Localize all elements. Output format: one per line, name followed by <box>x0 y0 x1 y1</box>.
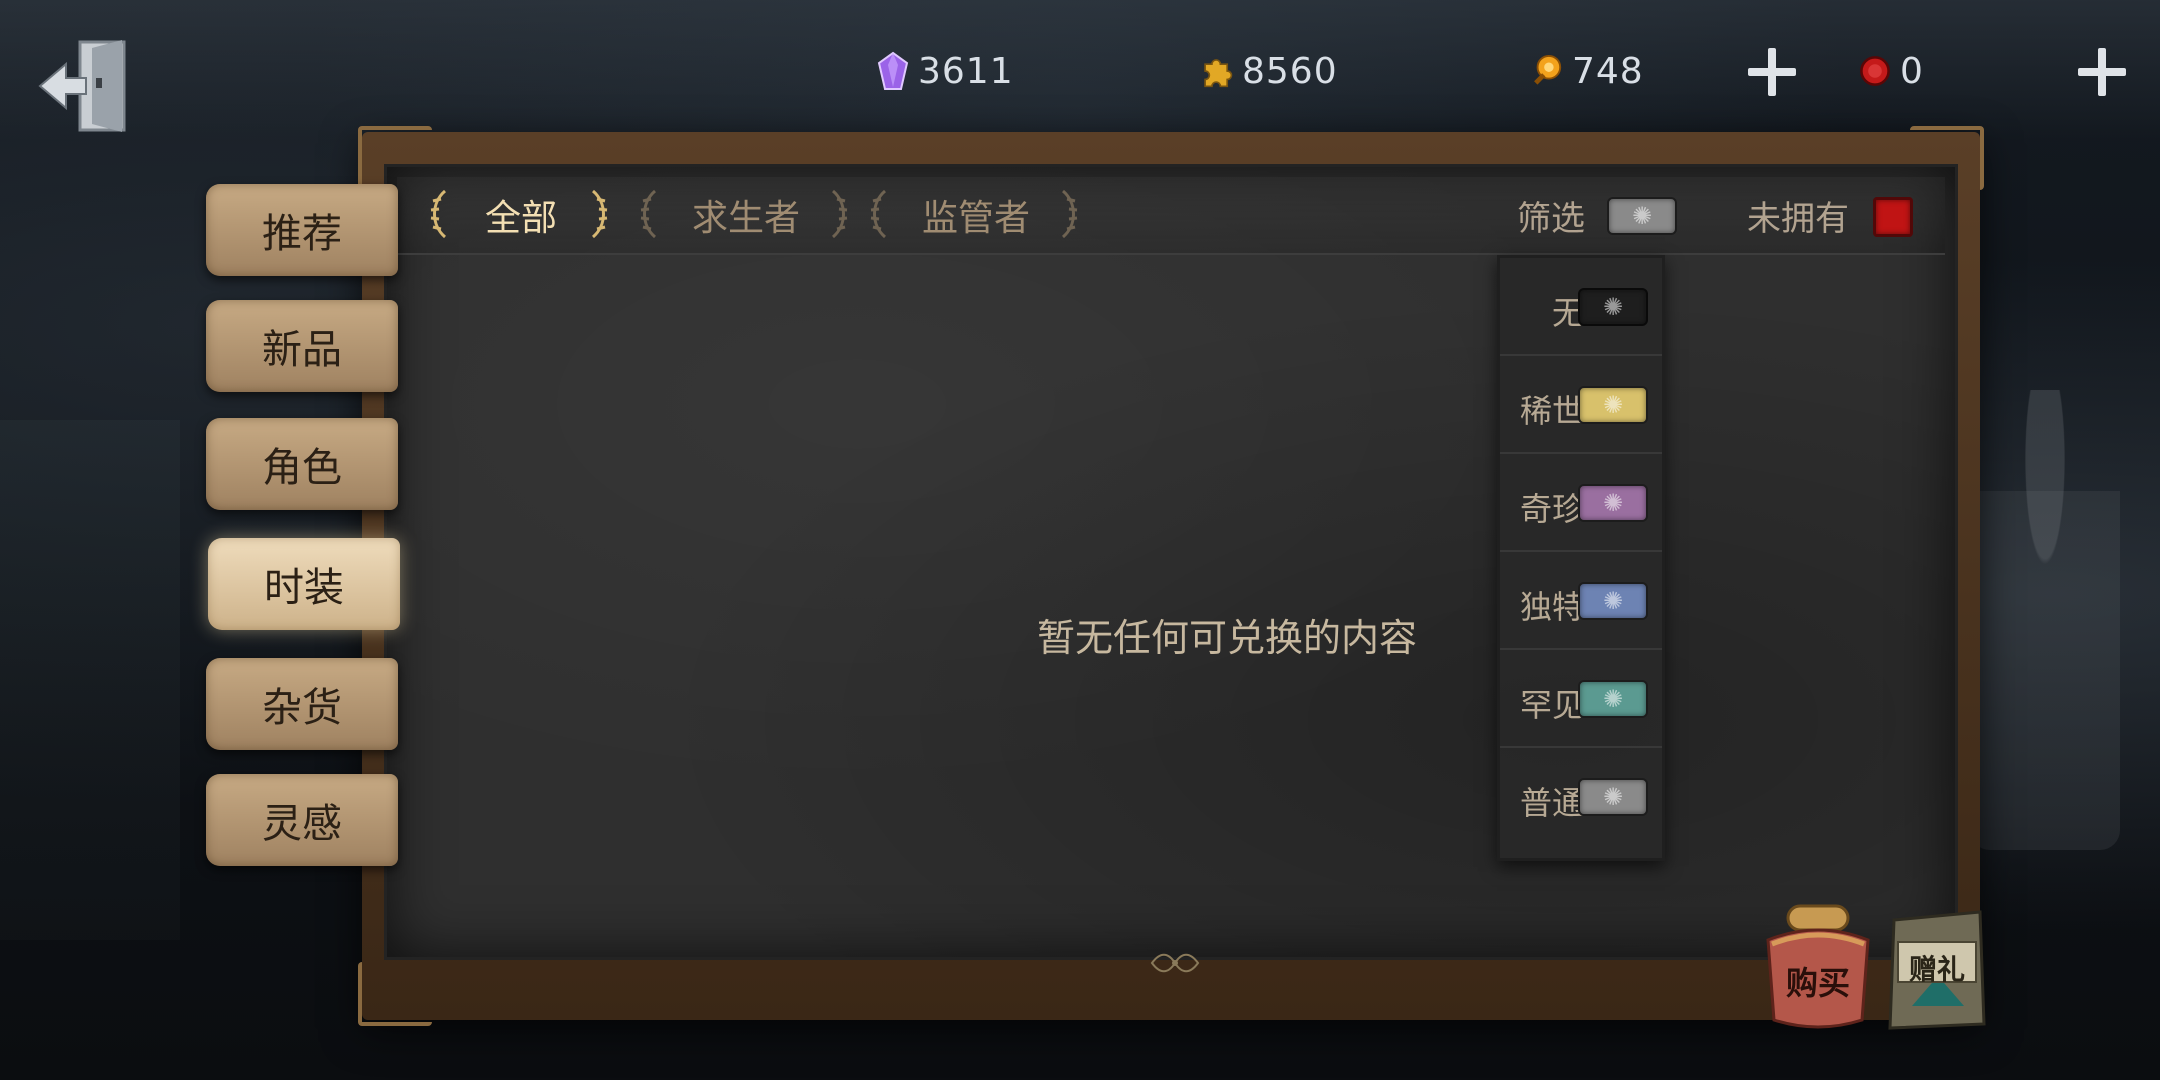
side-tab-characters[interactable]: 角色 <box>206 418 398 510</box>
filter-toggle[interactable] <box>1607 197 1677 235</box>
orange-clue-icon <box>1534 54 1562 85</box>
currency-gem: 3611 <box>876 46 1014 96</box>
laurel-right-icon <box>589 189 609 239</box>
side-tab-costumes[interactable]: 时装 <box>208 538 400 630</box>
rarity-label: 独特 <box>1519 588 1584 626</box>
currency-red-coin-value: 0 <box>1900 50 1924 92</box>
rarity-filter-dropdown: 无 稀世 奇珍 独特 罕见 <box>1497 255 1665 861</box>
rarity-option-rare[interactable]: 罕见 <box>1500 650 1662 748</box>
board-corner-ornament <box>358 962 432 1026</box>
tab-survivors[interactable]: 求生者 <box>665 177 827 253</box>
empty-state-message: 暂无任何可兑换的内容 <box>1036 616 1417 660</box>
tab-all[interactable]: 全部 <box>455 177 587 253</box>
puzzle-piece-icon <box>1204 59 1233 88</box>
laurel-left-icon <box>639 189 659 239</box>
rarity-label: 普通 <box>1519 784 1584 822</box>
rarity-option-unique[interactable]: 独特 <box>1500 552 1662 650</box>
currency-clue: 748 <box>1530 46 1644 96</box>
side-tab-misc[interactable]: 杂货 <box>206 658 398 750</box>
side-tab-inspiration[interactable]: 灵感 <box>206 774 398 866</box>
rarity-option-common[interactable]: 普通 <box>1500 748 1662 844</box>
gift-button-label: 赠礼 <box>1908 953 1965 986</box>
tab-hunters[interactable]: 监管者 <box>895 177 1057 253</box>
side-tab-recommended[interactable]: 推荐 <box>206 184 398 276</box>
rarity-option-none[interactable]: 无 <box>1500 258 1662 356</box>
currency-clue-value: 748 <box>1572 50 1644 92</box>
laurel-right-icon <box>829 189 849 239</box>
rarity-label: 奇珍 <box>1519 490 1584 528</box>
rarity-swatch <box>1578 680 1648 718</box>
rarity-swatch <box>1578 582 1648 620</box>
red-coin-icon <box>1860 56 1890 86</box>
store-screen: 3611 8560 748 0 全部 求生者 监管者 筛选 ✺ 未拥有 暂无任何… <box>0 0 2160 1080</box>
store-content-area: 全部 求生者 监管者 筛选 ✺ 未拥有 暂无任何可兑换的内容 无 ✺ 稀世 ✺ … <box>384 164 1958 960</box>
store-board: 全部 求生者 监管者 筛选 ✺ 未拥有 暂无任何可兑换的内容 无 ✺ 稀世 ✺ … <box>358 126 1984 1026</box>
background-shelf <box>0 420 180 940</box>
exit-door-icon <box>38 40 126 132</box>
category-tab-bar: 全部 求生者 监管者 筛选 ✺ 未拥有 <box>397 177 1945 255</box>
top-bar <box>0 0 2160 140</box>
buy-button-label: 购买 <box>1785 964 1850 1002</box>
rarity-option-treasure[interactable]: 奇珍 <box>1500 454 1662 552</box>
currency-red-coin: 0 <box>1858 46 1924 96</box>
buy-button[interactable]: 购买 <box>1758 900 1878 1034</box>
add-red-coin-button[interactable] <box>2074 44 2130 100</box>
gift-button[interactable]: 赠礼 <box>1884 906 1990 1032</box>
filter-label: 筛选 <box>1517 198 1585 239</box>
scroll-ornament-icon <box>1150 953 1200 973</box>
rarity-swatch <box>1578 288 1648 326</box>
laurel-left-icon <box>429 189 449 239</box>
laurel-left-icon <box>869 189 889 239</box>
rarity-swatch <box>1578 484 1648 522</box>
unowned-label: 未拥有 <box>1747 198 1849 239</box>
laurel-right-icon <box>1059 189 1079 239</box>
background-doll <box>1970 390 2120 850</box>
unowned-checkbox[interactable] <box>1873 197 1913 237</box>
rarity-label: 稀世 <box>1519 392 1584 430</box>
add-clue-button[interactable] <box>1744 44 1800 100</box>
currency-puzzle-value: 8560 <box>1242 50 1338 92</box>
side-tab-new[interactable]: 新品 <box>206 300 398 392</box>
rarity-swatch <box>1578 778 1648 816</box>
currency-puzzle: 8560 <box>1200 46 1338 96</box>
currency-gem-value: 3611 <box>918 50 1014 92</box>
purple-gem-icon <box>877 51 909 90</box>
rarity-label: 罕见 <box>1519 686 1584 724</box>
rarity-swatch <box>1578 386 1648 424</box>
exit-button[interactable] <box>36 34 136 138</box>
rarity-option-legendary[interactable]: 稀世 <box>1500 356 1662 454</box>
